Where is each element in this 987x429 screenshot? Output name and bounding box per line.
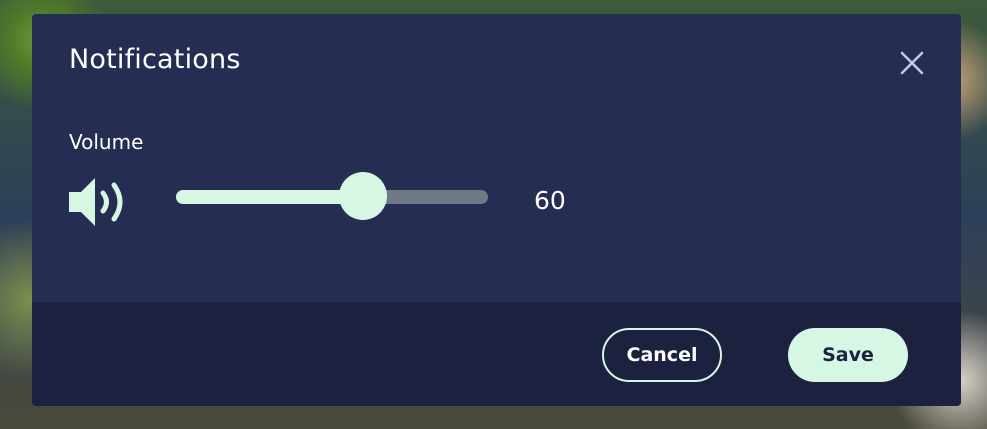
notifications-dialog: Notifications Volume 60 Cancel Save bbox=[32, 14, 961, 406]
volume-slider[interactable] bbox=[176, 172, 488, 220]
save-button[interactable]: Save bbox=[788, 328, 908, 382]
dialog-footer: Cancel Save bbox=[32, 302, 961, 406]
close-icon bbox=[900, 51, 924, 75]
speaker-volume-icon bbox=[67, 174, 133, 230]
volume-slider-thumb[interactable] bbox=[339, 172, 387, 220]
volume-label: Volume bbox=[69, 130, 144, 154]
cancel-button[interactable]: Cancel bbox=[602, 328, 722, 382]
volume-slider-fill bbox=[176, 190, 363, 204]
volume-value: 60 bbox=[534, 186, 566, 215]
dialog-title: Notifications bbox=[69, 44, 241, 75]
close-button[interactable] bbox=[897, 48, 927, 78]
